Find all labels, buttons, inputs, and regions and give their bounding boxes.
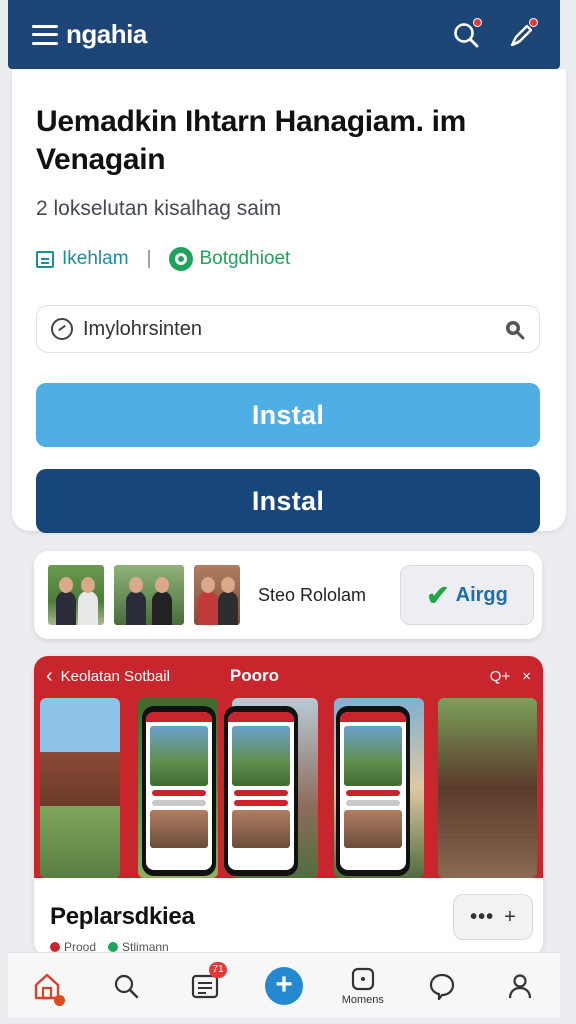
active-dot [54,994,66,1006]
meta-row: Ikehlam | Botgdhioet [36,247,542,271]
banner-header: ‹ Keolatan Sotbail Pooro Q+ × [34,656,543,696]
green-dot-icon [108,942,119,952]
check-icon: ✔ [426,579,450,611]
banner-search-label[interactable]: Q+ [490,668,510,685]
calendar-icon [36,250,54,268]
friend-photo[interactable] [114,565,184,625]
install-button-secondary[interactable]: Instal [36,469,540,533]
screenshot-showcase-card: ‹ Keolatan Sotbail Pooro Q+ × Peplarsdki… [34,656,543,956]
screenshot-house[interactable] [40,698,120,878]
phone-mockup[interactable] [224,706,298,876]
search-icon [115,974,139,998]
showcase-title: Peplarsdkiea [50,903,195,930]
chat-bubble-icon [429,973,454,1000]
more-button[interactable]: ••• + [453,894,533,940]
meta-category[interactable]: Ikehlam [36,248,129,270]
more-dots-icon: ••• [470,905,495,928]
plus-icon: + [264,966,303,1005]
verified-icon [169,247,194,271]
meta-developer[interactable]: Botgdhioet [169,247,290,271]
phone-mockup[interactable] [336,706,410,876]
agree-label: Airgg [455,583,508,606]
nav-moments-label: Momens [341,993,384,1006]
nav-home[interactable] [19,958,75,1014]
nav-chat[interactable] [414,958,470,1014]
friends-label: Steo Rololam [258,584,367,605]
app-brand: ngahia [66,19,147,49]
search-field[interactable] [36,305,540,353]
red-dot-icon [50,942,60,952]
compass-icon [51,318,73,340]
top-app-bar: ngahia [8,0,560,69]
meta-separator: | [146,248,152,269]
search-icon[interactable] [503,318,525,340]
nav-profile[interactable] [492,958,548,1014]
friend-photo[interactable] [194,565,240,625]
friend-photo[interactable] [48,565,104,625]
inbox-badge: 71 [209,961,228,978]
search-button[interactable] [446,15,486,55]
profile-icon [509,973,532,998]
moments-icon [351,967,374,990]
close-icon[interactable]: × [522,668,531,685]
plus-icon: + [504,905,516,928]
person-figure [56,577,76,625]
meta-category-label: Ikehlam [62,248,129,269]
search-input[interactable] [83,317,503,341]
person-figure [78,577,98,625]
person-figure [126,577,146,625]
nav-search[interactable] [98,958,154,1014]
install-button-primary[interactable]: Instal [36,383,540,447]
friends-card: Steo Rololam ✔ Airgg [34,551,542,639]
notification-dot [529,17,538,27]
phone-mockup[interactable] [142,706,216,876]
nav-create[interactable]: + [256,958,312,1014]
nav-inbox[interactable]: 71 [177,958,233,1014]
nav-moments[interactable]: Momens [335,958,391,1014]
notification-dot [473,17,482,27]
person-figure [152,577,172,625]
menu-icon[interactable] [32,24,58,45]
chevron-left-icon[interactable]: ‹ [46,665,53,688]
screenshot-wooden-house[interactable] [438,698,537,878]
screenshot-banner[interactable]: ‹ Keolatan Sotbail Pooro Q+ × [34,656,543,878]
app-detail-card: Uemadkin Ihtarn Hanagiam. im Venagain 2 … [12,69,566,533]
banner-title: Pooro [229,666,280,685]
meta-developer-label: Botgdhioet [199,248,291,269]
agree-button[interactable]: ✔ Airgg [400,565,534,625]
person-figure [198,577,218,625]
banner-section-label: Keolatan Sotbail [60,667,170,685]
app-title: Uemadkin Ihtarn Hanagiam. im Venagain [36,105,467,176]
bottom-navigation: 71 + Momens [8,952,560,1018]
edit-button[interactable] [502,15,542,55]
app-subtitle: 2 lokselutan kisalhag saim [36,197,282,220]
person-figure [218,577,238,625]
